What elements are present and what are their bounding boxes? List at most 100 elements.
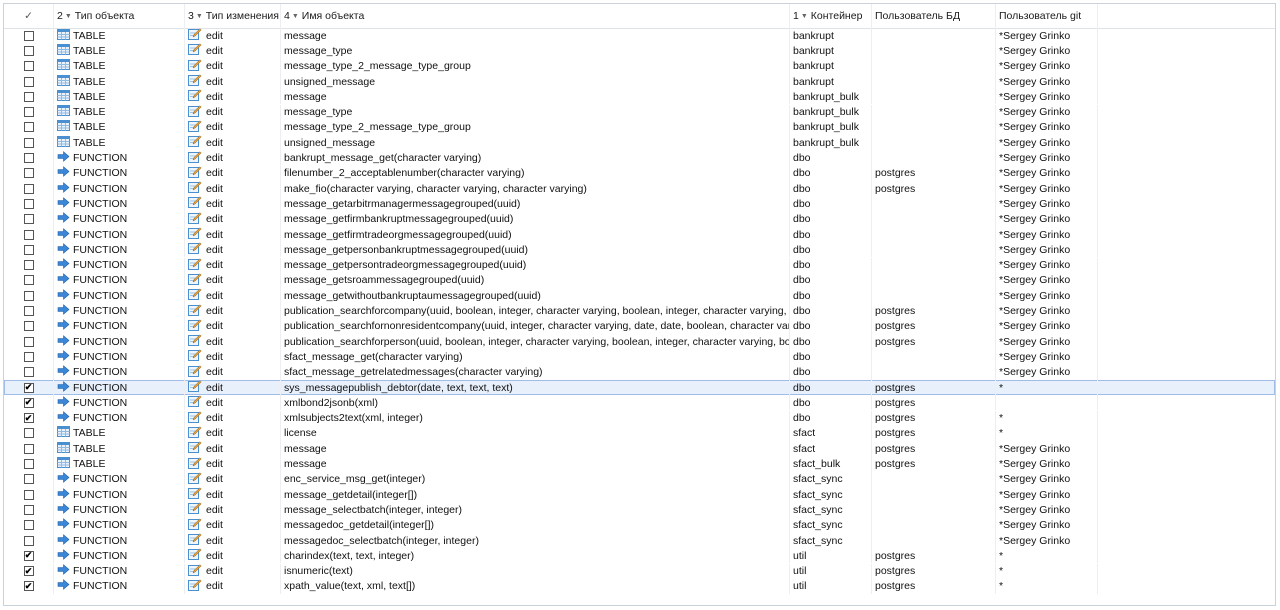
row-checkbox[interactable]: ✔	[23, 413, 34, 424]
row-checkbox-cell[interactable]	[4, 135, 54, 151]
row-checkbox-cell[interactable]	[4, 456, 54, 472]
header-change[interactable]: 3 ▼ Тип изменения	[185, 4, 281, 28]
row-checkbox[interactable]: ✔	[23, 397, 34, 408]
table-row[interactable]: ✔ FUNCTION edit xmlbond2jsonb(xml) dbo postgr…	[4, 395, 1275, 411]
row-checkbox-cell[interactable]	[4, 181, 54, 197]
table-row[interactable]: TABLE edit unsigned_message bankrupt_bulk *S…	[4, 135, 1275, 151]
table-row[interactable]: FUNCTION edit message_getarbitrmanagermess…	[4, 196, 1275, 212]
table-row[interactable]: TABLE edit message sfact_bulk postgres *Serge…	[4, 456, 1275, 472]
row-checkbox[interactable]	[23, 153, 34, 164]
row-checkbox[interactable]	[23, 122, 34, 133]
header-db-user[interactable]: Пользователь БД	[872, 4, 996, 28]
row-checkbox[interactable]	[23, 168, 34, 179]
row-checkbox-cell[interactable]: ✔	[4, 548, 54, 564]
row-checkbox[interactable]	[23, 91, 34, 102]
row-checkbox[interactable]	[23, 504, 34, 515]
row-checkbox-cell[interactable]: ✔	[4, 563, 54, 579]
row-checkbox-cell[interactable]	[4, 73, 54, 90]
row-checkbox[interactable]	[23, 229, 34, 240]
table-row[interactable]: FUNCTION edit sfact_message_getrelatedmess…	[4, 364, 1275, 380]
table-row[interactable]: TABLE edit message bankrupt *Sergey Grinko	[4, 28, 1275, 44]
row-checkbox-cell[interactable]	[4, 441, 54, 457]
row-checkbox-cell[interactable]	[4, 502, 54, 518]
table-row[interactable]: FUNCTION edit make_fio(character varying, …	[4, 181, 1275, 197]
row-checkbox-cell[interactable]	[4, 425, 54, 442]
table-row[interactable]: FUNCTION edit message_getdetail(integer[])…	[4, 487, 1275, 503]
row-checkbox[interactable]: ✔	[23, 550, 34, 561]
row-checkbox[interactable]	[23, 306, 34, 317]
row-checkbox[interactable]	[23, 183, 34, 194]
row-checkbox[interactable]	[23, 474, 34, 485]
table-row[interactable]: ✔ FUNCTION edit isnumeric(text) util postgres…	[4, 563, 1275, 579]
table-row[interactable]: FUNCTION edit bankrupt_message_get(charact…	[4, 150, 1275, 166]
table-row[interactable]: TABLE edit message_type bankrupt *Sergey Gri…	[4, 43, 1275, 59]
row-checkbox-cell[interactable]	[4, 487, 54, 503]
row-checkbox-cell[interactable]	[4, 257, 54, 273]
table-row[interactable]: FUNCTION edit filenumber_2_acceptablenumbe…	[4, 165, 1275, 181]
row-checkbox-cell[interactable]	[4, 28, 54, 44]
table-row[interactable]: FUNCTION edit message_getpersontradeorgmes…	[4, 257, 1275, 273]
row-checkbox[interactable]: ✔	[23, 566, 34, 577]
table-row[interactable]: FUNCTION edit messagedoc_getdetail(integer…	[4, 517, 1275, 533]
row-checkbox-cell[interactable]	[4, 288, 54, 304]
row-checkbox[interactable]: ✔	[23, 581, 34, 592]
table-row[interactable]: FUNCTION edit messagedoc_selectbatch(integ…	[4, 532, 1275, 549]
row-checkbox-cell[interactable]: ✔	[4, 379, 54, 396]
row-checkbox-cell[interactable]	[4, 334, 54, 350]
table-row[interactable]: TABLE edit license sfact postgres *	[4, 425, 1275, 442]
table-row[interactable]: FUNCTION edit publication_searchforcompany…	[4, 303, 1275, 319]
row-checkbox-cell[interactable]	[4, 119, 54, 136]
row-checkbox[interactable]	[23, 61, 34, 72]
row-checkbox[interactable]	[23, 76, 34, 87]
row-checkbox[interactable]	[23, 428, 34, 439]
row-checkbox[interactable]	[23, 30, 34, 41]
row-checkbox-cell[interactable]	[4, 104, 54, 120]
row-checkbox[interactable]: ✔	[23, 382, 34, 393]
table-row[interactable]: TABLE edit message_type_2_message_type_gro…	[4, 119, 1275, 136]
row-checkbox[interactable]	[23, 336, 34, 347]
header-type[interactable]: 2 ▼ Тип объекта	[54, 4, 185, 28]
table-row[interactable]: ✔ FUNCTION edit xmlsubjects2text(xml, integ…	[4, 410, 1275, 426]
row-checkbox[interactable]	[23, 107, 34, 118]
row-checkbox-cell[interactable]	[4, 272, 54, 289]
row-checkbox[interactable]	[23, 290, 34, 301]
row-checkbox[interactable]	[23, 275, 34, 286]
row-checkbox[interactable]	[23, 321, 34, 332]
header-name[interactable]: 4 ▼ Имя объекта	[281, 4, 790, 28]
row-checkbox[interactable]	[23, 214, 34, 225]
table-row[interactable]: FUNCTION edit message_getwithoutbankruptau…	[4, 288, 1275, 304]
row-checkbox[interactable]	[23, 244, 34, 255]
row-checkbox[interactable]	[23, 520, 34, 531]
row-checkbox-cell[interactable]	[4, 165, 54, 181]
row-checkbox-cell[interactable]	[4, 58, 54, 74]
row-checkbox[interactable]	[23, 137, 34, 148]
row-checkbox[interactable]	[23, 351, 34, 362]
row-checkbox[interactable]	[23, 459, 34, 470]
table-row[interactable]: TABLE edit message bankrupt_bulk *Sergey Gri…	[4, 89, 1275, 105]
table-row[interactable]: TABLE edit unsigned_message bankrupt *Sergey…	[4, 73, 1275, 90]
table-row[interactable]: FUNCTION edit message_getpersonbankruptmes…	[4, 242, 1275, 258]
row-checkbox-cell[interactable]	[4, 89, 54, 105]
row-checkbox-cell[interactable]	[4, 364, 54, 380]
table-row[interactable]: FUNCTION edit publication_searchfornonresi…	[4, 318, 1275, 334]
table-row[interactable]: TABLE edit message_type bankrupt_bulk *Serge…	[4, 104, 1275, 120]
row-checkbox-cell[interactable]: ✔	[4, 578, 54, 595]
header-check[interactable]: ✓	[4, 4, 54, 28]
row-checkbox-cell[interactable]	[4, 196, 54, 212]
row-checkbox-cell[interactable]	[4, 226, 54, 243]
row-checkbox-cell[interactable]	[4, 471, 54, 487]
row-checkbox-cell[interactable]: ✔	[4, 410, 54, 426]
row-checkbox[interactable]	[23, 367, 34, 378]
table-row[interactable]: FUNCTION edit sfact_message_get(character …	[4, 349, 1275, 365]
row-checkbox-cell[interactable]	[4, 242, 54, 258]
table-row[interactable]: ✔ FUNCTION edit xpath_value(text, xml, text…	[4, 578, 1275, 595]
row-checkbox-cell[interactable]: ✔	[4, 395, 54, 411]
row-checkbox-cell[interactable]	[4, 517, 54, 533]
header-git-user[interactable]: Пользователь git	[996, 4, 1098, 28]
table-row[interactable]: ✔ FUNCTION edit sys_messagepublish_debtor(d…	[4, 379, 1275, 396]
table-row[interactable]: FUNCTION edit message_getfirmbankruptmessa…	[4, 211, 1275, 227]
row-checkbox-cell[interactable]	[4, 211, 54, 227]
row-checkbox[interactable]	[23, 198, 34, 209]
row-checkbox-cell[interactable]	[4, 43, 54, 59]
table-row[interactable]: TABLE edit message sfact postgres *Sergey Gri…	[4, 441, 1275, 457]
